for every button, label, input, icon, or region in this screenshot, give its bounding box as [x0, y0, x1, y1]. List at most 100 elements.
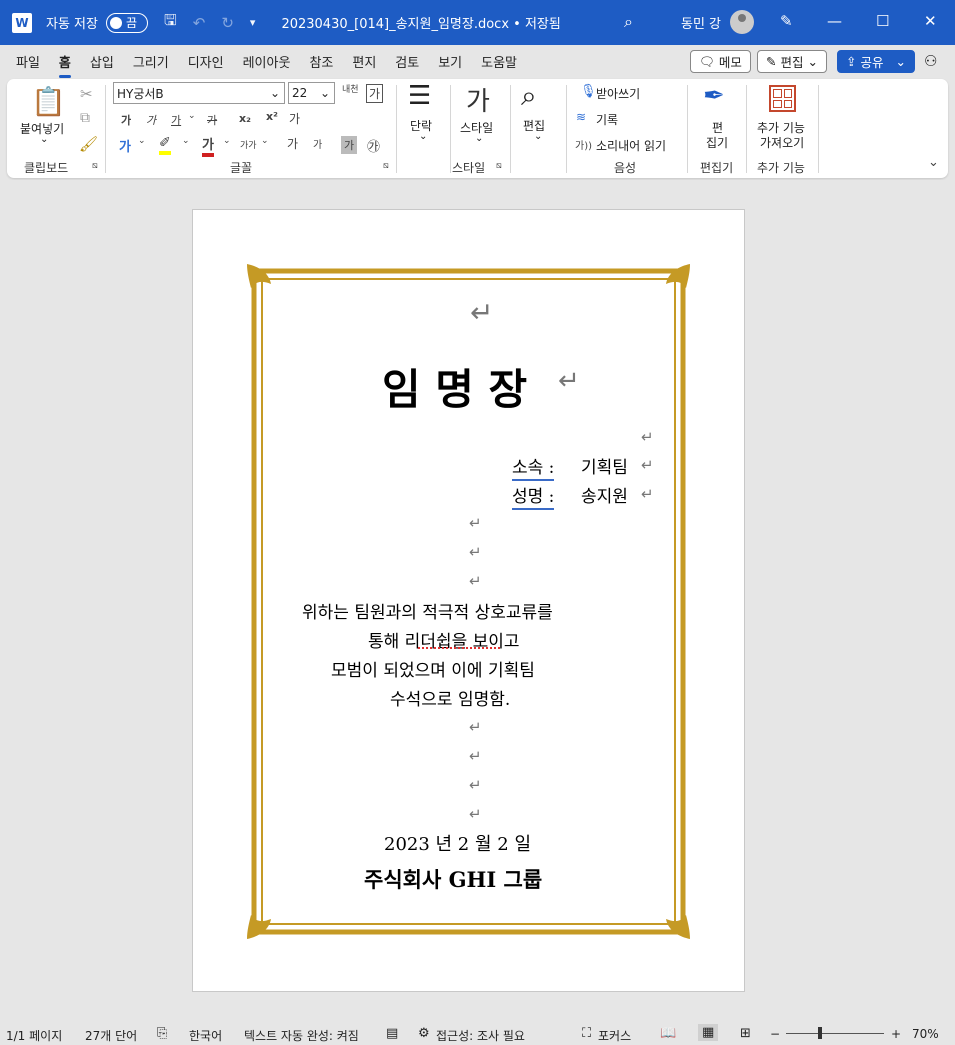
tab-review[interactable]: 검토 — [395, 48, 419, 75]
share-button[interactable]: ⇪ 공유 ⌄ — [837, 50, 915, 73]
font-name-select[interactable]: HY궁서B ⌄ — [113, 82, 285, 104]
font-color-button[interactable]: 가 — [202, 134, 214, 157]
focus-icon[interactable]: ⛶ — [582, 1026, 591, 1041]
dept-label[interactable]: 소속 : — [512, 453, 555, 481]
tab-view[interactable]: 보기 — [438, 48, 462, 75]
search-icon[interactable]: ⌕ — [624, 12, 633, 32]
redo-icon[interactable]: ↻ — [221, 14, 234, 32]
format-painter-icon[interactable]: 🖌 — [79, 135, 98, 153]
paragraph-icon[interactable]: ☰ — [408, 81, 431, 111]
save-icon[interactable]: 🖫 — [164, 10, 177, 35]
proofing-icon[interactable]: ⎘ — [157, 1026, 167, 1041]
word-count[interactable]: 27개 단어 — [85, 1027, 137, 1044]
focus-label[interactable]: 포커스 — [598, 1027, 631, 1044]
tab-design[interactable]: 디자인 — [188, 48, 224, 75]
font-size-select[interactable]: 22 ⌄ — [288, 82, 335, 104]
clear-formatting-button[interactable]: 가 — [289, 110, 300, 127]
zoom-out-icon[interactable]: − — [770, 1027, 780, 1041]
memo-button[interactable]: 🗨 메모 — [690, 50, 751, 73]
underline-button[interactable]: 가 — [171, 112, 181, 128]
print-layout-icon[interactable]: ▦ — [698, 1024, 719, 1041]
dictate-label[interactable]: 받아쓰기 — [596, 85, 640, 102]
tab-insert[interactable]: 삽입 — [90, 48, 114, 75]
pen-icon[interactable]: ✎ — [780, 12, 793, 30]
record-icon[interactable]: ≋ — [576, 110, 586, 124]
undo-icon[interactable]: ↶ — [193, 14, 206, 32]
name-label[interactable]: 성명 : — [512, 482, 555, 510]
body-line[interactable]: 위하는 팀원과의 적극적 상호교류를 — [302, 598, 553, 623]
certificate-title[interactable]: 임 명 장 — [382, 356, 527, 417]
body-line[interactable]: 모범이 되었으며 이에 기획팀 — [331, 656, 535, 681]
minimize-icon[interactable]: — — [827, 12, 842, 30]
customize-toolbar-icon[interactable]: ▾ — [250, 16, 256, 29]
accessibility-icon[interactable]: ⚙ — [418, 1026, 430, 1041]
grow-font-button[interactable]: 가 — [287, 135, 298, 152]
editor-icon[interactable]: ✒ — [703, 81, 725, 111]
language[interactable]: 한국어 — [189, 1027, 222, 1044]
document-title[interactable]: 20230430_[014]_송지원_임명장.docx • 저장됨 — [281, 13, 560, 32]
date-line[interactable]: 2023 년 2 월 2 일 — [384, 830, 531, 856]
microphone-icon[interactable]: 🎙 — [580, 84, 597, 99]
tab-layout[interactable]: 레이아웃 — [243, 48, 291, 75]
chevron-down-icon[interactable]: ⌄ — [188, 111, 196, 121]
chevron-down-icon[interactable]: ⌄ — [138, 136, 146, 146]
addins-icon[interactable] — [769, 85, 796, 112]
superscript-button[interactable]: x² — [266, 110, 278, 123]
tab-references[interactable]: 참조 — [309, 48, 333, 75]
close-icon[interactable]: ✕ — [924, 12, 937, 30]
chevron-down-icon[interactable]: ⌄ — [261, 136, 269, 146]
record-label[interactable]: 기록 — [596, 111, 618, 128]
chevron-down-icon[interactable]: ⌄ — [419, 131, 427, 142]
copy-icon[interactable]: ⧉ — [80, 110, 90, 126]
body-line[interactable]: 수석으로 임명함. — [390, 685, 510, 710]
change-case-button[interactable]: 가가 — [240, 138, 257, 151]
web-layout-icon[interactable]: ⊞ — [740, 1026, 751, 1041]
subscript-button[interactable]: x₂ — [239, 112, 251, 125]
zoom-slider-thumb[interactable] — [818, 1027, 822, 1039]
bold-button[interactable]: 가 — [121, 112, 131, 128]
phonetic-guide-icon[interactable]: 내천 — [342, 82, 359, 95]
chevron-down-icon[interactable]: ⌄ — [475, 133, 483, 144]
accessibility-status[interactable]: 접근성: 조사 필요 — [436, 1027, 525, 1044]
read-aloud-label[interactable]: 소리내어 읽기 — [596, 137, 666, 154]
company-line[interactable]: 주식회사 GHI 그룹 — [364, 864, 542, 894]
style-icon[interactable]: 가 — [466, 81, 490, 118]
char-border-icon[interactable]: 가 — [366, 84, 384, 103]
tab-mailings[interactable]: 편지 — [352, 48, 376, 75]
text-effects-button[interactable]: 가 — [119, 136, 131, 155]
dialog-launcher-icon[interactable]: ⧅ — [383, 161, 389, 171]
editor-label-2[interactable]: 집기 — [706, 134, 728, 151]
dept-value[interactable]: 기획팀 — [581, 453, 628, 478]
person-icon[interactable]: ⚇ — [924, 52, 937, 70]
collapse-ribbon-icon[interactable]: ⌄ — [928, 155, 939, 170]
zoom-in-icon[interactable]: + — [891, 1027, 901, 1041]
display-settings-icon[interactable]: ▤ — [386, 1026, 398, 1041]
chevron-down-icon[interactable]: ⌄ — [223, 136, 231, 146]
paste-icon[interactable]: 📋 — [31, 85, 66, 118]
zoom-slider[interactable] — [786, 1033, 884, 1034]
text-predictions[interactable]: 텍스트 자동 완성: 켜짐 — [244, 1027, 359, 1044]
tab-home[interactable]: 홈 — [58, 48, 71, 78]
autosave-toggle[interactable]: 끔 — [105, 12, 148, 33]
tab-help[interactable]: 도움말 — [481, 48, 517, 75]
cut-icon[interactable]: ✂ — [80, 85, 93, 103]
chevron-down-icon[interactable]: ⌄ — [534, 131, 542, 142]
maximize-icon[interactable]: ☐ — [876, 12, 889, 30]
avatar[interactable] — [730, 10, 754, 34]
word-icon[interactable]: W — [12, 12, 32, 33]
char-shading-button[interactable]: 가 — [341, 136, 358, 154]
zoom-level[interactable]: 70% — [912, 1027, 939, 1041]
shrink-font-button[interactable]: 가 — [313, 136, 322, 151]
chevron-down-icon[interactable]: ⌄ — [182, 136, 190, 146]
italic-button[interactable]: 가 — [146, 112, 156, 128]
chevron-down-icon[interactable]: ⌄ — [40, 134, 48, 145]
highlight-color-button[interactable]: ✐ — [159, 135, 171, 155]
tab-draw[interactable]: 그리기 — [133, 48, 169, 75]
tab-file[interactable]: 파일 — [16, 48, 40, 75]
edit-mode-button[interactable]: ✎ 편집 ⌄ — [757, 50, 827, 73]
dialog-launcher-icon[interactable]: ⧅ — [92, 161, 98, 171]
read-aloud-icon[interactable]: 가)) — [575, 137, 592, 152]
name-value[interactable]: 송지원 — [581, 482, 628, 507]
user-name[interactable]: 동민 강 — [681, 13, 721, 32]
dialog-launcher-icon[interactable]: ⧅ — [496, 161, 502, 171]
